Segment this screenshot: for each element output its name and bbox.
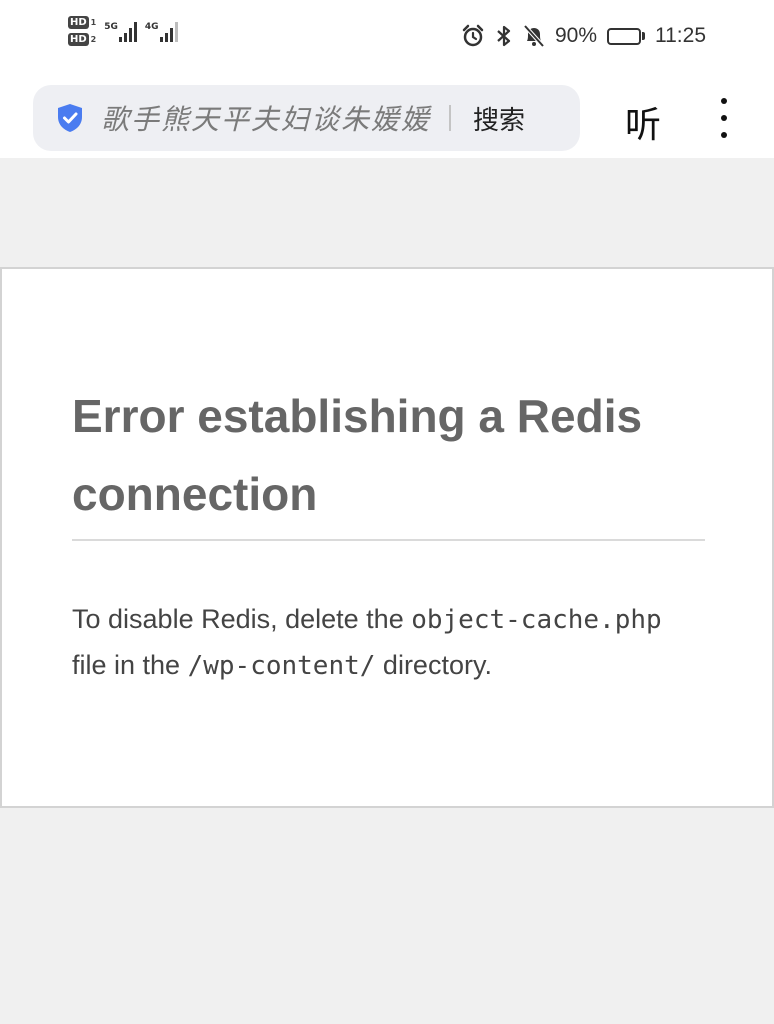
alarm-icon [461, 24, 485, 48]
message-text-3: directory. [375, 650, 492, 680]
status-bar-left: HD 1 HD 2 5G 4G [68, 16, 178, 46]
more-options-icon[interactable] [712, 98, 736, 138]
sim1-hd-badge: HD 1 [68, 16, 96, 29]
clock: 11:25 [655, 24, 706, 47]
battery-percent: 90% [554, 24, 597, 47]
title-divider [72, 539, 705, 541]
network1-label: 5G [104, 22, 118, 32]
sim2-index: 2 [90, 35, 97, 44]
mute-icon [523, 24, 545, 48]
sim1-hd-label: HD [68, 16, 89, 29]
error-card: Error establishing a Redis connection To… [0, 267, 774, 808]
message-text-2: file in the [72, 650, 188, 680]
status-bar: HD 1 HD 2 5G 4G 90% 11:25 [0, 0, 774, 78]
security-shield-icon [55, 103, 85, 133]
listen-button[interactable]: 听 [625, 96, 661, 148]
bluetooth-icon [495, 24, 513, 48]
signal-bars-icon [118, 22, 137, 42]
sim1-index: 1 [90, 18, 97, 27]
hd-stack: HD 1 HD 2 [68, 16, 96, 46]
signal-5g: 5G [104, 22, 137, 42]
page-title: Error establishing a Redis connection [72, 390, 643, 520]
code-directory: /wp-content/ [187, 651, 376, 681]
signal-bars-icon [159, 22, 178, 42]
sim2-hd-badge: HD 2 [68, 33, 96, 46]
sim2-hd-label: HD [68, 33, 89, 46]
search-divider [449, 105, 451, 131]
browser-toolbar: 歌手熊天平夫妇谈朱媛媛 搜索 听 [0, 78, 774, 158]
search-button[interactable]: 搜索 [473, 100, 525, 137]
code-filename: object-cache.php [411, 605, 662, 635]
search-input[interactable]: 歌手熊天平夫妇谈朱媛媛 [101, 98, 437, 138]
network2-label: 4G [144, 22, 159, 32]
signal-4g: 4G [145, 22, 178, 42]
search-bar[interactable]: 歌手熊天平夫妇谈朱媛媛 搜索 [33, 85, 580, 151]
message-text-1: To disable Redis, delete the [72, 604, 412, 634]
battery-icon [607, 27, 645, 45]
status-bar-right: 90% 11:25 [461, 24, 706, 48]
error-message: To disable Redis, delete the object-cach… [72, 597, 692, 689]
